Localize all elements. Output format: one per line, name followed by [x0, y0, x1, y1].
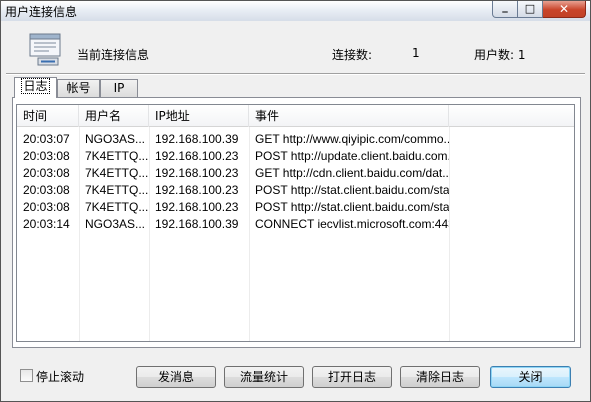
header-divider: [6, 73, 585, 75]
stop-scroll-checkbox[interactable]: [20, 369, 33, 382]
list-header: 时间 用户名 IP地址 事件: [17, 105, 574, 127]
cell-ip: 192.168.100.23: [155, 166, 239, 180]
cell-time: 20:03:08: [23, 166, 70, 180]
window-controls: _ □ ✕: [492, 0, 586, 18]
cell-ip: 192.168.100.23: [155, 200, 239, 214]
table-row[interactable]: 20:03:07 NGO3AS... 192.168.100.39 GET ht…: [17, 131, 574, 148]
cell-username: 7K4ETTQ...: [85, 200, 149, 214]
tab-log-label: 日志: [21, 78, 50, 94]
cell-username: 7K4ETTQ...: [85, 149, 149, 163]
column-time[interactable]: 时间: [17, 105, 79, 127]
connections-label: 连接数:: [332, 48, 373, 62]
log-tab-panel: 时间 用户名 IP地址 事件 20:03:07 NGO3AS... 192.16…: [12, 97, 581, 348]
cell-event: CONNECT iecvlist.microsoft.com:443 ...: [255, 217, 449, 231]
tab-account-label: 帐号: [66, 81, 91, 95]
table-row[interactable]: 20:03:08 7K4ETTQ... 192.168.100.23 GET h…: [17, 165, 574, 182]
cell-event: POST http://update.client.baidu.com...: [255, 149, 449, 163]
clear-log-button[interactable]: 清除日志: [400, 366, 480, 388]
connections-count: 1: [412, 46, 420, 60]
stop-scroll-label[interactable]: 停止滚动: [36, 368, 84, 385]
close-button[interactable]: 关闭: [490, 366, 571, 388]
maximize-icon: □: [524, 2, 536, 15]
cell-event: GET http://www.qiyipic.com/commo...: [255, 132, 449, 146]
column-ip[interactable]: IP地址: [149, 105, 249, 127]
cell-event: GET http://cdn.client.baidu.com/dat...: [255, 166, 449, 180]
minimize-icon: _: [502, 0, 508, 13]
cell-time: 20:03:08: [23, 149, 70, 163]
cell-username: 7K4ETTQ...: [85, 183, 149, 197]
cell-event: POST http://stat.client.baidu.com/sta...: [255, 200, 449, 214]
connection-info-icon: [29, 33, 61, 66]
cell-event: POST http://stat.client.baidu.com/sta...: [255, 183, 449, 197]
cell-ip: 192.168.100.23: [155, 183, 239, 197]
users-count-label: 用户数: 1: [474, 48, 526, 62]
table-row[interactable]: 20:03:08 7K4ETTQ... 192.168.100.23 POST …: [17, 148, 574, 165]
cell-username: NGO3AS...: [85, 217, 146, 231]
close-window-button[interactable]: ✕: [543, 1, 586, 18]
cell-ip: 192.168.100.23: [155, 149, 239, 163]
tab-ip[interactable]: IP: [100, 79, 138, 97]
traffic-stats-button[interactable]: 流量统计: [224, 366, 304, 388]
cell-time: 20:03:08: [23, 183, 70, 197]
window-title: 用户连接信息: [5, 5, 78, 19]
minimize-button[interactable]: _: [492, 0, 518, 18]
tab-log[interactable]: 日志: [14, 77, 57, 98]
cell-time: 20:03:08: [23, 200, 70, 214]
cell-ip: 192.168.100.39: [155, 217, 239, 231]
header-title: 当前连接信息: [77, 48, 150, 62]
column-username[interactable]: 用户名: [79, 105, 149, 127]
column-event[interactable]: 事件: [249, 105, 449, 127]
table-row[interactable]: 20:03:08 7K4ETTQ... 192.168.100.23 POST …: [17, 182, 574, 199]
send-message-button[interactable]: 发消息: [136, 366, 216, 388]
close-icon: ✕: [558, 2, 570, 16]
cell-username: NGO3AS...: [85, 132, 146, 146]
tab-ip-label: IP: [113, 81, 125, 95]
connection-info-window: 用户连接信息 _ □ ✕ 当前连接信息 连接数: 1 用户数: 1 日志 帐号: [0, 0, 591, 402]
cell-ip: 192.168.100.39: [155, 132, 239, 146]
cell-username: 7K4ETTQ...: [85, 166, 149, 180]
cell-time: 20:03:07: [23, 132, 70, 146]
maximize-button[interactable]: □: [518, 1, 543, 18]
open-log-button[interactable]: 打开日志: [312, 366, 392, 388]
title-bar[interactable]: 用户连接信息 _ □ ✕: [1, 0, 590, 21]
cell-time: 20:03:14: [23, 217, 70, 231]
table-row[interactable]: 20:03:08 7K4ETTQ... 192.168.100.23 POST …: [17, 199, 574, 216]
log-list[interactable]: 时间 用户名 IP地址 事件 20:03:07 NGO3AS... 192.16…: [16, 104, 575, 342]
tab-account[interactable]: 帐号: [57, 79, 100, 97]
table-row[interactable]: 20:03:14 NGO3AS... 192.168.100.39 CONNEC…: [17, 216, 574, 233]
